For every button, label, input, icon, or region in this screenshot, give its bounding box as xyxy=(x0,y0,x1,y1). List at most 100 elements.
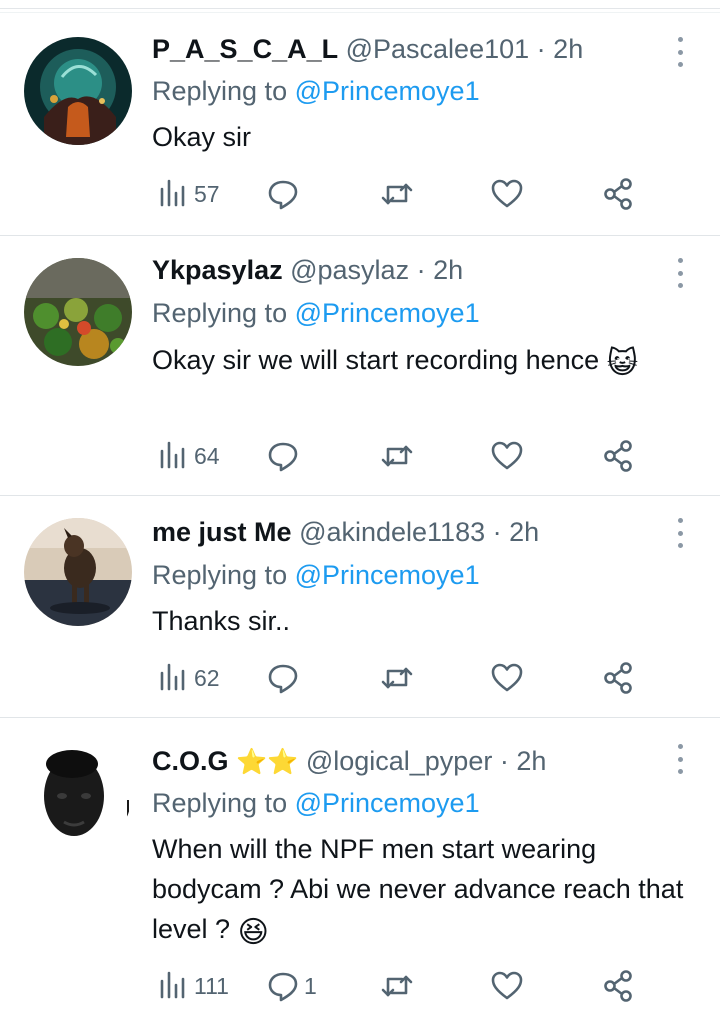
retweet-icon xyxy=(381,183,413,205)
replying-to-label: Replying to xyxy=(152,76,288,106)
timestamp[interactable]: 2h xyxy=(433,255,463,285)
timestamp[interactable]: 2h xyxy=(509,517,539,547)
share-button[interactable] xyxy=(602,438,636,474)
tweet-body: When will the NPF men start wearing body… xyxy=(152,834,684,944)
views-count: 64 xyxy=(194,442,220,469)
display-name[interactable]: C.O.G xyxy=(152,746,229,776)
action-bar: 57 xyxy=(152,176,642,212)
views-button[interactable]: 57 xyxy=(156,176,220,212)
reply-tweet[interactable]: me just Me @akindele1183 · 2h Replying t… xyxy=(0,496,720,718)
replying-to-label: Replying to xyxy=(152,298,288,328)
views-count: 57 xyxy=(194,180,220,207)
display-name[interactable]: Ykpasylaz xyxy=(152,255,283,285)
reply-tweet[interactable]: C.O.G ⭐⭐ @logical_pyper · 2h Replying to… xyxy=(0,718,720,1028)
views-icon xyxy=(160,179,185,207)
tweet-body: Okay sir xyxy=(152,122,252,152)
reply-button[interactable] xyxy=(266,660,304,696)
action-bar: 64 xyxy=(152,438,642,474)
mention-link[interactable]: @Princemoye1 xyxy=(295,788,480,818)
avatar[interactable] xyxy=(24,740,132,848)
tweet-header: Ykpasylaz @pasylaz · 2h xyxy=(152,254,463,286)
reply-tweet[interactable]: P_A_S_C_A_L @Pascalee101 · 2h Replying t… xyxy=(0,13,720,236)
retweet-button[interactable] xyxy=(380,438,414,474)
reply-button[interactable] xyxy=(266,438,304,474)
replying-to-label: Replying to xyxy=(152,560,288,590)
heart-icon xyxy=(491,663,523,692)
mention-link[interactable]: @Princemoye1 xyxy=(295,76,480,106)
display-name[interactable]: P_A_S_C_A_L xyxy=(152,34,338,64)
more-options-icon[interactable] xyxy=(668,518,692,548)
more-options-icon[interactable] xyxy=(668,744,692,774)
timestamp[interactable]: 2h xyxy=(553,34,583,64)
views-icon xyxy=(160,441,185,469)
retweet-icon xyxy=(381,975,413,997)
star-badges: ⭐⭐ xyxy=(236,748,299,776)
replying-to: Replying to @Princemoye1 xyxy=(152,787,480,819)
tweet-header: P_A_S_C_A_L @Pascalee101 · 2h xyxy=(152,33,583,65)
tweet-text: Okay sir we will start recording hence 😺 xyxy=(152,340,692,384)
retweet-button[interactable] xyxy=(380,968,414,1004)
like-button[interactable] xyxy=(490,968,524,1004)
user-handle[interactable]: @pasylaz xyxy=(290,255,409,285)
replying-to: Replying to @Princemoye1 xyxy=(152,75,480,107)
action-bar: 62 xyxy=(152,660,642,696)
share-icon xyxy=(604,662,632,694)
user-handle[interactable]: @akindele1183 xyxy=(299,517,485,547)
reply-button[interactable]: 1 xyxy=(266,968,317,1004)
views-count: 111 xyxy=(194,972,229,999)
reply-icon xyxy=(268,972,298,1002)
share-icon xyxy=(604,440,632,472)
avatar[interactable] xyxy=(24,258,132,366)
user-handle[interactable]: @Pascalee101 xyxy=(346,34,530,64)
more-options-icon[interactable] xyxy=(668,258,692,288)
replying-to: Replying to @Princemoye1 xyxy=(152,559,480,591)
retweet-button[interactable] xyxy=(380,660,414,696)
laughing-emoji: 😆 xyxy=(237,916,269,949)
heart-icon xyxy=(491,441,523,470)
reply-tweet[interactable]: Ykpasylaz @pasylaz · 2h Replying to @Pri… xyxy=(0,236,720,496)
more-options-icon[interactable] xyxy=(668,37,692,67)
views-button[interactable]: 62 xyxy=(156,660,220,696)
views-icon xyxy=(160,663,185,691)
separator-dot: · xyxy=(536,34,546,64)
share-icon xyxy=(604,178,632,210)
user-handle[interactable]: @logical_pyper xyxy=(306,746,493,776)
separator-dot: · xyxy=(416,255,426,285)
reply-button[interactable] xyxy=(266,176,304,212)
tweet-text: When will the NPF men start wearing body… xyxy=(152,829,692,953)
retweet-icon xyxy=(381,667,413,689)
separator-dot: · xyxy=(492,517,502,547)
like-button[interactable] xyxy=(490,660,524,696)
heart-icon xyxy=(491,971,523,1000)
views-button[interactable]: 111 xyxy=(156,968,229,1004)
tweet-text: Thanks sir.. xyxy=(152,601,692,641)
tweet-header: me just Me @akindele1183 · 2h xyxy=(152,516,539,548)
tweet-body: Thanks sir.. xyxy=(152,606,291,636)
display-name[interactable]: me just Me xyxy=(152,517,292,547)
reply-icon xyxy=(268,442,298,472)
share-button[interactable] xyxy=(602,968,636,1004)
replying-to-label: Replying to xyxy=(152,788,288,818)
share-icon xyxy=(604,970,632,1002)
share-button[interactable] xyxy=(602,176,636,212)
action-bar: 111 1 xyxy=(152,968,642,1004)
avatar[interactable] xyxy=(24,37,132,145)
mention-link[interactable]: @Princemoye1 xyxy=(295,298,480,328)
views-icon xyxy=(160,971,185,999)
like-button[interactable] xyxy=(490,438,524,474)
replying-to: Replying to @Princemoye1 xyxy=(152,297,480,329)
reply-icon xyxy=(268,664,298,694)
share-button[interactable] xyxy=(602,660,636,696)
views-count: 62 xyxy=(194,664,220,691)
like-button[interactable] xyxy=(490,176,524,212)
cat-emoji: 😺 xyxy=(606,347,638,380)
views-button[interactable]: 64 xyxy=(156,438,220,474)
reply-icon xyxy=(268,180,298,210)
retweet-button[interactable] xyxy=(380,176,414,212)
mention-link[interactable]: @Princemoye1 xyxy=(295,560,480,590)
avatar[interactable] xyxy=(24,518,132,626)
tweet-text: Okay sir xyxy=(152,117,692,157)
separator-dot: · xyxy=(499,746,509,776)
timestamp[interactable]: 2h xyxy=(516,746,546,776)
retweet-icon xyxy=(381,445,413,467)
